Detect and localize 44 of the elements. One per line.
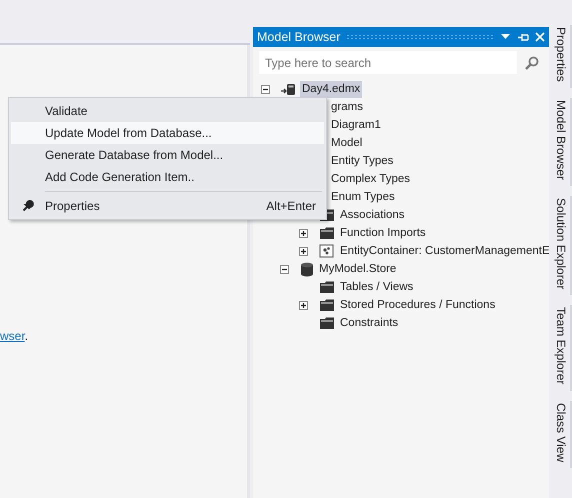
panel-title: Model Browser [257, 28, 340, 46]
tree-item[interactable]: EntityContainer: CustomerManagementE [338, 242, 549, 260]
pin-icon[interactable] [518, 32, 529, 42]
database-icon [300, 262, 314, 276]
tree-item[interactable]: Stored Procedures / Functions [338, 296, 498, 314]
side-tab[interactable]: Team Explorer [550, 305, 572, 390]
side-tab[interactable]: Solution Explorer [550, 196, 572, 296]
menu-item[interactable]: Validate [11, 100, 324, 122]
search-icon[interactable] [525, 56, 539, 70]
menu-item[interactable]: Update Model from Database... [11, 122, 324, 144]
tree-item[interactable]: MyModel.Store [317, 260, 398, 278]
tree-item[interactable]: Constraints [338, 314, 400, 332]
container-icon [319, 244, 335, 258]
tree-item[interactable]: Entity Types [329, 152, 396, 170]
tree-item[interactable]: Diagram1 [329, 116, 383, 134]
side-tab[interactable]: Properties [550, 25, 572, 88]
expand-icon[interactable] [299, 228, 308, 238]
menu-item[interactable]: Generate Database from Model... [11, 144, 324, 166]
tree-item[interactable]: Tables / Views [338, 278, 416, 296]
menu-item[interactable]: Properties Alt+Enter [11, 195, 324, 217]
tree-item[interactable]: Function Imports [338, 224, 428, 242]
expand-icon[interactable] [299, 300, 308, 310]
folder-icon [319, 280, 335, 294]
close-icon[interactable] [535, 32, 545, 42]
folder-icon [319, 298, 335, 312]
tree-item[interactable]: grams [329, 98, 365, 116]
tree-item[interactable]: Complex Types [329, 170, 412, 188]
tree-item[interactable]: Associations [338, 206, 407, 224]
dropdown-icon[interactable] [501, 34, 510, 40]
folder-icon [319, 316, 335, 330]
menu-item[interactable]: Add Code Generation Item.. [11, 166, 324, 188]
editor-text: wser. [0, 328, 30, 345]
link[interactable]: wser [0, 329, 25, 343]
collapse-icon[interactable] [280, 264, 289, 274]
side-tab[interactable]: Class View [550, 400, 572, 468]
tree-item[interactable]: Model [329, 134, 364, 152]
model-file-icon [281, 82, 297, 96]
tree-item[interactable]: Enum Types [329, 188, 397, 206]
search-field[interactable]: Type here to search [259, 51, 517, 74]
tree-item[interactable]: Day4.edmx [300, 80, 362, 98]
collapse-icon[interactable] [261, 84, 270, 94]
folder-icon [319, 226, 335, 240]
expand-icon[interactable] [299, 246, 308, 256]
side-tab[interactable]: Model Browser [550, 98, 572, 186]
